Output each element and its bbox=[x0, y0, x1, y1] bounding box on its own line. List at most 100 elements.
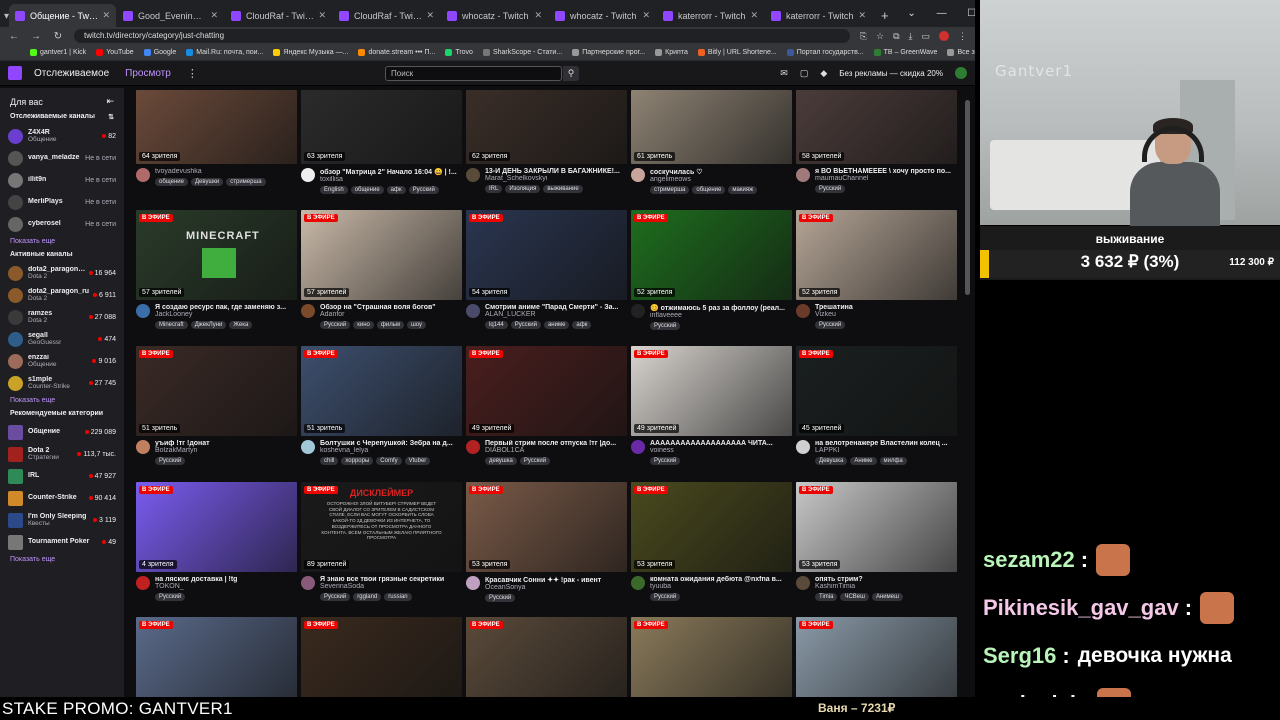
forward-icon[interactable]: → bbox=[30, 31, 42, 42]
star-icon[interactable]: ☆ bbox=[876, 31, 884, 42]
stream-card[interactable]: В ЭФИРЕ bbox=[136, 617, 297, 697]
bookmark-item[interactable]: TB – GreenWave bbox=[873, 49, 937, 56]
stream-title[interactable]: Смотрим аниме "Парад Смерти" - За... bbox=[485, 304, 627, 311]
stream-thumbnail[interactable]: В ЭФИРЕ 52 зрителя bbox=[631, 210, 792, 300]
streamer-name[interactable]: toxillisa bbox=[320, 176, 462, 183]
stream-title[interactable]: Я знаю все твои грязные секретики bbox=[320, 576, 462, 583]
stream-thumbnail[interactable]: 64 зрителя bbox=[136, 90, 297, 164]
stream-tag[interactable]: Vtuber bbox=[404, 457, 431, 465]
stream-title[interactable]: Я создаю ресурс пак, где заменяю з... bbox=[155, 304, 297, 311]
url-field[interactable]: twitch.tv/directory/category/just-chatti… bbox=[74, 29, 850, 43]
stream-title[interactable]: комната ожидания дебюта @nxfna в... bbox=[650, 576, 792, 583]
streamer-name[interactable]: KashimTimia bbox=[815, 583, 957, 590]
streamer-avatar[interactable] bbox=[136, 168, 150, 182]
stream-tag[interactable]: аниме bbox=[543, 321, 570, 329]
stream-card[interactable]: 58 зрителей я ВО ВЬЕТНАМЕЕЕЕ \ хочу прост… bbox=[796, 90, 957, 193]
stream-card[interactable]: В ЭФИРЕ 57 зрителей Обзор на "Страшная вол… bbox=[301, 210, 462, 329]
sidebar-item-followed[interactable]: illit9n Не в сети bbox=[6, 169, 118, 191]
stream-title[interactable]: обзор "Матрица 2" Начало 16:04 😀 | !... bbox=[320, 168, 462, 176]
sidebar-item-category[interactable]: Tournament Poker 49 bbox=[6, 531, 118, 553]
streamer-name[interactable]: ALAN_LUCKER bbox=[485, 311, 627, 318]
stream-thumbnail[interactable]: 62 зрителя bbox=[466, 90, 627, 164]
stream-tag[interactable]: ЧСВеш bbox=[840, 593, 869, 601]
stream-tag[interactable]: общение bbox=[155, 178, 188, 186]
streamer-avatar[interactable] bbox=[796, 304, 810, 318]
streamer-avatar[interactable] bbox=[301, 168, 315, 182]
bookmark-item[interactable]: donate.stream ••• П... bbox=[358, 49, 435, 56]
stream-thumbnail[interactable]: В ЭФИРЕ 57 зрителей bbox=[301, 210, 462, 300]
streamer-name[interactable]: BolzakMartyn bbox=[155, 447, 297, 454]
stream-title[interactable]: 😊 отжимаюсь 5 раз за фоллоу (реал... bbox=[650, 304, 792, 312]
stream-card[interactable]: В ЭФИРЕ 54 зрителя Смотрим аниме "Парад См… bbox=[466, 210, 627, 329]
minimize-icon[interactable]: — bbox=[927, 0, 957, 27]
stream-thumbnail[interactable]: В ЭФИРЕ 4 зрителя bbox=[136, 482, 297, 572]
stream-card[interactable]: 61 зритель соскучилась ♡ angelimeows стриме… bbox=[631, 90, 792, 194]
more-icon[interactable]: ⋮ bbox=[187, 67, 198, 80]
stream-tag[interactable]: общение bbox=[350, 186, 384, 194]
bookmark-item[interactable]: gantver1 | Kick bbox=[30, 49, 86, 56]
stream-tag[interactable]: кино bbox=[353, 321, 374, 329]
stream-tag[interactable]: Русский bbox=[320, 593, 351, 601]
stream-title[interactable]: ААААААААААААААААААА ЧИТА... bbox=[650, 440, 792, 447]
stream-title[interactable]: я ВО ВЬЕТНАМЕЕЕЕ \ хочу просто по... bbox=[815, 168, 957, 175]
stream-thumbnail[interactable]: В ЭФИРЕ bbox=[466, 617, 627, 697]
browser-tab[interactable]: katerrorr - Twitch ✕ bbox=[657, 4, 764, 27]
stream-tag[interactable]: Русский bbox=[408, 186, 439, 194]
streamer-avatar[interactable] bbox=[631, 304, 645, 318]
streamer-name[interactable]: Marat_Schelkovskyi bbox=[485, 175, 627, 182]
stream-card[interactable]: В ЭФИРЕ ДИСКЛЕЙМЕР ОСТОРОЖНО! ЗЛОЙ ВИТУБЕР… bbox=[301, 482, 462, 601]
stream-tag[interactable]: lq144 bbox=[485, 321, 508, 329]
stream-card[interactable]: В ЭФИРЕ bbox=[796, 617, 957, 697]
streamer-name[interactable]: Adanfor bbox=[320, 311, 462, 318]
collapse-icon[interactable]: ⇤ bbox=[106, 96, 114, 107]
sidebar-item-live[interactable]: ramzes Dota 2 27 088 bbox=[6, 306, 118, 328]
stream-card[interactable]: В ЭФИРЕ 51 зритель Болтушки с Черепушкой: … bbox=[301, 346, 462, 465]
stream-thumbnail[interactable]: В ЭФИРЕ ДИСКЛЕЙМЕР ОСТОРОЖНО! ЗЛОЙ ВИТУБЕР… bbox=[301, 482, 462, 572]
stream-thumbnail[interactable]: В ЭФИРЕ 53 зрителя bbox=[631, 482, 792, 572]
stream-tag[interactable]: ДжекЛуни bbox=[190, 321, 227, 329]
bookmark-item[interactable]: Trovo bbox=[445, 49, 473, 56]
show-more-link[interactable]: Показать еще bbox=[10, 397, 114, 404]
streamer-avatar[interactable] bbox=[466, 440, 480, 454]
tab-close-icon[interactable]: ✕ bbox=[750, 10, 758, 21]
streamer-name[interactable]: maumauChannel bbox=[815, 175, 957, 182]
stream-title[interactable]: Первый стрим после отпуска !тг |до... bbox=[485, 440, 627, 447]
show-more-link[interactable]: Показать еще bbox=[10, 556, 114, 563]
stream-card[interactable]: В ЭФИРЕ 52 зрителя 😊 отжимаюсь 5 раз за фо… bbox=[631, 210, 792, 330]
download-icon[interactable]: ⤓ bbox=[909, 31, 913, 42]
bookmark-item[interactable]: Google bbox=[143, 49, 176, 56]
sidebar-item-live[interactable]: enzzai Общение 9 016 bbox=[6, 350, 118, 372]
stream-tag[interactable]: общение bbox=[692, 186, 726, 194]
streamer-name[interactable]: koshevna_lelya bbox=[320, 447, 462, 454]
nav-following[interactable]: Отслеживаемое bbox=[34, 68, 109, 79]
streamer-avatar[interactable] bbox=[136, 304, 150, 318]
stream-tag[interactable]: макияж bbox=[728, 186, 758, 194]
streamer-avatar[interactable] bbox=[136, 576, 150, 590]
tab-close-icon[interactable]: ✕ bbox=[210, 10, 218, 21]
tab-close-icon[interactable]: ✕ bbox=[642, 10, 650, 21]
stream-thumbnail[interactable]: 61 зритель bbox=[631, 90, 792, 164]
bookmark-item[interactable]: Mail.Ru: почта, пои... bbox=[186, 49, 263, 56]
stream-thumbnail[interactable]: В ЭФИРЕ bbox=[301, 617, 462, 697]
sidebar-item-category[interactable]: Общение 229 089 bbox=[6, 421, 118, 443]
bookmark-item[interactable]: Все закладки bbox=[947, 49, 975, 56]
show-more-link[interactable]: Показать еще bbox=[10, 238, 114, 245]
streamer-name[interactable]: tyuuba bbox=[650, 583, 792, 590]
stream-card[interactable]: В ЭФИРЕ 49 зрителей Первый стрим после отп… bbox=[466, 346, 627, 465]
stream-title[interactable]: опять стрим? bbox=[815, 576, 957, 583]
stream-tag[interactable]: хорроры bbox=[341, 457, 374, 465]
streamer-name[interactable]: Vizkeu bbox=[815, 311, 957, 318]
streamer-name[interactable]: LAPPKI bbox=[815, 447, 957, 454]
stream-tag[interactable]: IRL bbox=[485, 185, 503, 193]
sidebar-item-live[interactable]: s1mple Counter-Strike 27 745 bbox=[6, 372, 118, 394]
stream-tag[interactable]: стримерша bbox=[650, 186, 690, 194]
sidebar-item-live[interactable]: dota2_paragon_ru Dota 2 16 964 bbox=[6, 262, 118, 284]
browser-tab[interactable]: Good_Evening_VT - Twitch✕ bbox=[117, 4, 224, 27]
maximize-icon[interactable]: ☐ bbox=[957, 0, 975, 27]
stream-thumbnail[interactable]: В ЭФИРЕ 51 зритель bbox=[301, 346, 462, 436]
new-tab-icon[interactable]: + bbox=[873, 4, 897, 27]
stream-thumbnail[interactable]: В ЭФИРЕ bbox=[631, 617, 792, 697]
streamer-name[interactable]: inflaveeee bbox=[650, 312, 792, 319]
stream-thumbnail[interactable]: В ЭФИРЕ 54 зрителя bbox=[466, 210, 627, 300]
streamer-avatar[interactable] bbox=[136, 440, 150, 454]
